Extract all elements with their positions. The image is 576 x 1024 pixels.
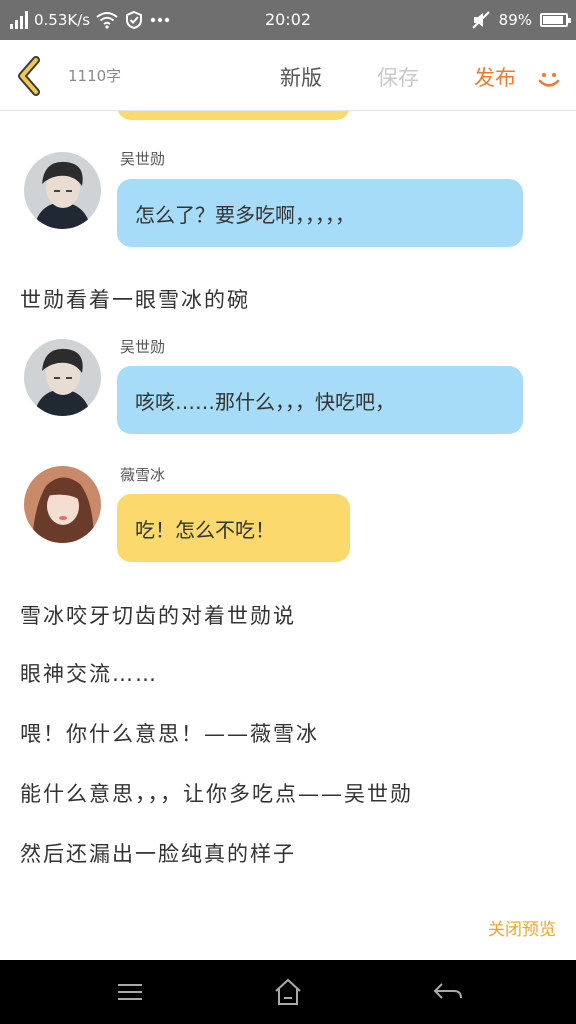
narration-line: 喂！你什么意思！——薇雪冰	[20, 722, 319, 746]
publish-button[interactable]: 发布	[474, 62, 516, 92]
menu-icon	[118, 984, 142, 1000]
system-nav-bar	[0, 960, 576, 1024]
close-preview-button[interactable]: 关闭预览	[488, 915, 556, 940]
sender-name: 薇雪冰	[120, 466, 166, 484]
mute-icon	[471, 11, 490, 29]
back-arrow-icon	[433, 983, 462, 999]
back-nav-button[interactable]	[428, 976, 468, 1008]
battery-icon	[540, 13, 571, 27]
home-icon	[275, 978, 301, 1005]
sender-name: 吴世勋	[120, 150, 166, 168]
battery-level	[543, 16, 563, 24]
narration-line: 世勋看着一眼雪冰的碗	[20, 288, 250, 312]
message-bubble: 吃！怎么不吃！	[117, 494, 350, 562]
story-preview[interactable]: 吴世勋 怎么了？要多吃啊，，，，， 世勋看着一眼雪冰的碗 吴世勋 咳咳……那什么…	[0, 110, 576, 960]
smile-icon[interactable]	[536, 66, 562, 92]
home-button[interactable]	[268, 976, 308, 1008]
menu-button[interactable]	[110, 976, 150, 1008]
status-bar: 0.53K/s 20:02 89%	[0, 0, 576, 40]
narration-line: 眼神交流……	[20, 662, 158, 686]
narration-line: 雪冰咬牙切齿的对着世勋说	[20, 604, 296, 628]
narration-line: 然后还漏出一脸纯真的样子	[20, 842, 296, 866]
back-button[interactable]	[14, 56, 46, 96]
narration-line: 能什么意思，，，让你多吃点——吴世勋	[20, 782, 413, 806]
message-bubble: 咳咳……那什么，，，快吃吧，	[117, 366, 523, 434]
message-bubble: 怎么了？要多吃啊，，，，，	[117, 179, 523, 247]
chevron-left-icon	[18, 56, 40, 96]
status-right: 89%	[471, 0, 571, 40]
sender-name: 吴世勋	[120, 338, 166, 356]
editor-header: 1110字 新版 保存 发布	[0, 40, 576, 111]
battery-percent: 89%	[498, 11, 532, 29]
avatar	[24, 466, 101, 543]
save-button[interactable]: 保存	[377, 62, 419, 92]
new-version-button[interactable]: 新版	[280, 62, 322, 92]
avatar	[24, 152, 101, 229]
partial-bubble	[117, 110, 350, 120]
word-count: 1110字	[68, 67, 122, 85]
avatar	[24, 339, 101, 416]
